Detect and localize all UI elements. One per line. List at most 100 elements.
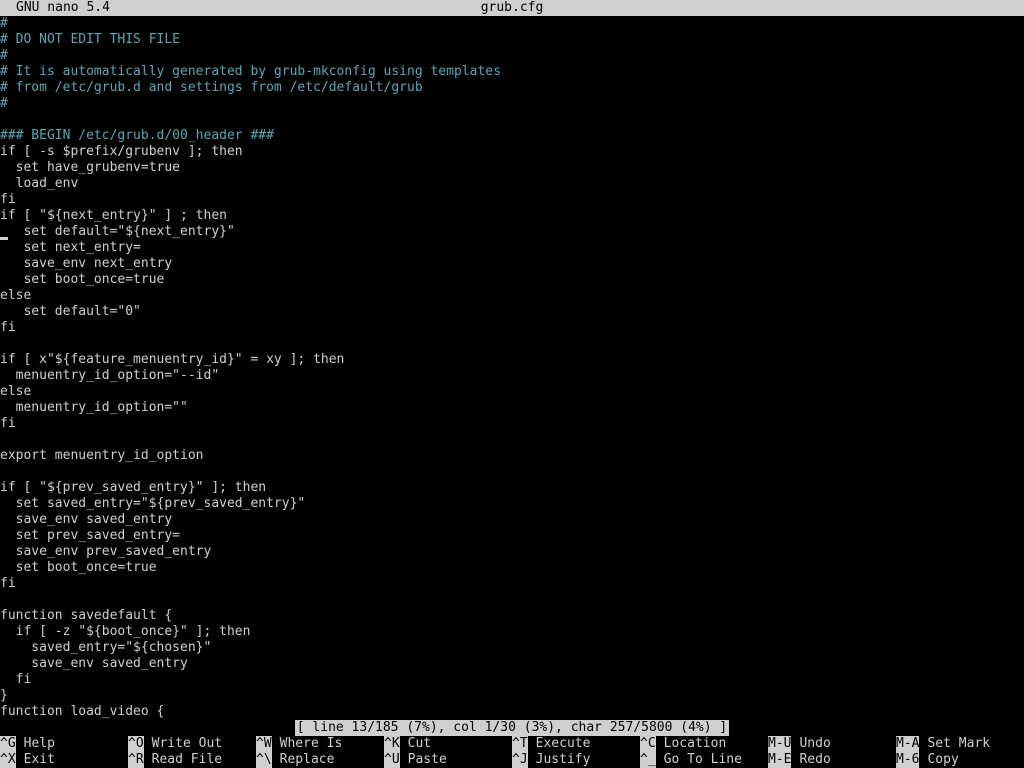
editor-line: # [0, 96, 8, 111]
editor-line: if [ -s $prefix/grubenv ]; then [0, 144, 243, 159]
editor-line: if [ x"${feature_menuentry_id}" = xy ]; … [0, 352, 345, 367]
editor-line: menuentry_id_option="" [0, 400, 188, 415]
shortcut-location[interactable]: ^C Location [640, 736, 726, 752]
editor-line: fi [0, 672, 32, 687]
shortcut-label: Location [663, 736, 727, 751]
shortcut-label: Undo [799, 736, 831, 751]
title-bar: grub.cfg GNU nano 5.4 [0, 0, 1024, 16]
editor-line: save_env prev_saved_entry [0, 544, 212, 559]
editor-line: if [ -z "${boot_once}" ]; then [0, 624, 251, 639]
editor-line: save_env saved_entry [0, 656, 188, 671]
editor-line: set default="0" [0, 304, 141, 319]
shortcut-replace[interactable]: ^\ Replace [256, 752, 334, 768]
editor-line: set next_entry= [0, 240, 141, 255]
shortcut-label: Write Out [151, 736, 223, 751]
file-name: grub.cfg [480, 0, 544, 15]
editor-line: # [0, 48, 8, 63]
editor-line: else [0, 288, 32, 303]
shortcut-write-out[interactable]: ^O Write Out [128, 736, 222, 752]
editor-line: fi [0, 192, 16, 207]
shortcut-label: Help [23, 736, 55, 751]
editor-line: # from /etc/grub.d and settings from /et… [0, 80, 423, 95]
editor-line: # It is automatically generated by grub-… [0, 64, 501, 79]
shortcut-key: ^U [384, 752, 400, 768]
editor-line: set saved_entry="${prev_saved_entry}" [0, 496, 306, 511]
editor-line: fi [0, 320, 16, 335]
editor-line: set boot_once=true [0, 560, 157, 575]
editor-line: menuentry_id_option="--id" [0, 368, 220, 383]
editor-text-area[interactable]: # # DO NOT EDIT THIS FILE # # It is automat… [0, 16, 1024, 720]
shortcut-go-to-line[interactable]: ^_ Go To Line [640, 752, 742, 768]
editor-line: fi [0, 416, 16, 431]
editor-line: save_env next_entry [0, 256, 173, 271]
editor-line: saved_entry="${chosen}" [0, 640, 212, 655]
editor-line: set default="${next_entry}" [0, 224, 235, 239]
shortcut-key: ^J [512, 752, 528, 768]
editor-line: if [ "${next_entry}" ] ; then [0, 208, 227, 223]
shortcut-key: ^R [128, 752, 144, 768]
shortcut-key: ^O [128, 736, 144, 752]
shortcut-execute[interactable]: ^T Execute [512, 736, 590, 752]
shortcut-exit[interactable]: ^X Exit [0, 752, 55, 768]
status-bar: [ line 13/185 (7%), col 1/30 (3%), char … [0, 720, 1024, 736]
shortcut-key: ^\ [256, 752, 272, 768]
shortcut-key: ^T [512, 736, 528, 752]
editor-line: set prev_saved_entry= [0, 528, 181, 543]
shortcut-label: Justify [535, 752, 591, 767]
shortcut-where-is[interactable]: ^W Where Is [256, 736, 342, 752]
shortcut-key: ^X [0, 752, 16, 768]
shortcut-key: M-6 [896, 752, 920, 768]
shortcut-label: Redo [799, 752, 831, 767]
editor-line: function savedefault { [0, 608, 173, 623]
editor-line: export menuentry_id_option [0, 448, 204, 463]
shortcut-copy[interactable]: M-6 Copy [896, 752, 959, 768]
shortcut-key: M-U [768, 736, 792, 752]
editor-line: function load_video { [0, 704, 165, 719]
editor-line: save_env saved_entry [0, 512, 173, 527]
shortcut-key: ^W [256, 736, 272, 752]
editor-line: if [ "${prev_saved_entry}" ]; then [0, 480, 267, 495]
editor-line: # DO NOT EDIT THIS FILE [0, 32, 181, 47]
shortcut-label: Copy [927, 752, 959, 767]
shortcut-redo[interactable]: M-E Redo [768, 752, 831, 768]
shortcut-cut[interactable]: ^K Cut [384, 736, 431, 752]
shortcut-undo[interactable]: M-U Undo [768, 736, 831, 752]
shortcut-label: Paste [407, 752, 447, 767]
editor-line: else [0, 384, 32, 399]
shortcut-label: Replace [279, 752, 335, 767]
shortcut-key: M-E [768, 752, 792, 768]
shortcut-set-mark[interactable]: M-A Set Mark [896, 736, 990, 752]
text-cursor [0, 224, 8, 240]
shortcut-label: Read File [151, 752, 223, 767]
editor-line: load_env [0, 176, 79, 191]
editor-line: set have_grubenv=true [0, 160, 181, 175]
shortcut-paste[interactable]: ^U Paste [384, 752, 447, 768]
shortcut-key: ^G [0, 736, 16, 752]
shortcut-label: Exit [23, 752, 55, 767]
editor-line: ### BEGIN /etc/grub.d/00_header ### [0, 128, 274, 143]
editor-line: } [0, 688, 8, 703]
shortcut-key: ^K [384, 736, 400, 752]
shortcut-label: Where Is [279, 736, 343, 751]
shortcut-read-file[interactable]: ^R Read File [128, 752, 222, 768]
shortcut-key: ^C [640, 736, 656, 752]
shortcut-bar: ^G Help ^O Write Out ^W Where Is ^K Cut ^T Execut… [0, 736, 1024, 768]
shortcut-label: Go To Line [663, 752, 742, 767]
editor-line: set boot_once=true [0, 272, 165, 287]
app-name: GNU nano 5.4 [16, 0, 110, 15]
shortcut-justify[interactable]: ^J Justify [512, 752, 590, 768]
shortcut-label: Cut [407, 736, 432, 751]
cursor-position-status: [ line 13/185 (7%), col 1/30 (3%), char … [294, 720, 730, 736]
shortcut-key: ^_ [640, 752, 656, 768]
editor-line: # [0, 16, 8, 31]
editor-line: fi [0, 576, 16, 591]
shortcut-label: Execute [535, 736, 591, 751]
shortcut-key: M-A [896, 736, 920, 752]
shortcut-help[interactable]: ^G Help [0, 736, 55, 752]
shortcut-label: Set Mark [927, 736, 991, 751]
